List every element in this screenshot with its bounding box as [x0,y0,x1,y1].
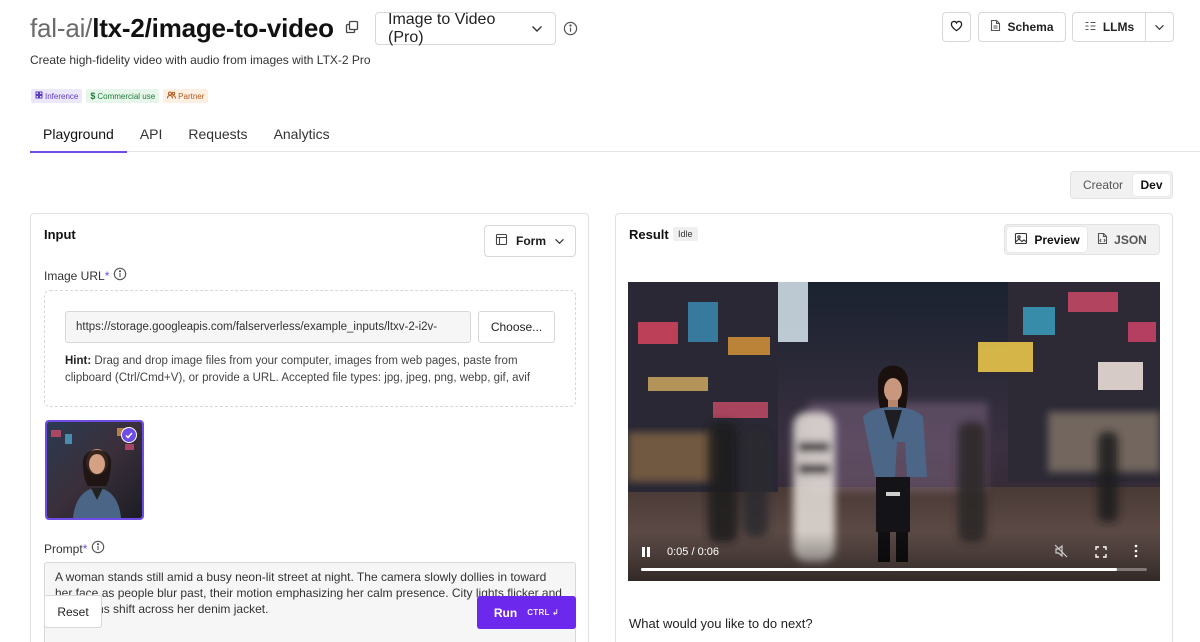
muted-icon[interactable] [1054,544,1068,563]
video-progress-bar[interactable] [641,568,1147,571]
llms-button[interactable]: LLMs [1072,12,1146,42]
model-name: ltx-2/image-to-video [92,13,334,43]
badge-commercial-use: $ Commercial use [86,89,160,103]
partner-icon [167,91,177,101]
llms-label: LLMs [1102,20,1135,34]
copy-icon[interactable] [345,20,361,36]
model-title: fal-ai/ltx-2/image-to-video [30,12,334,44]
json-file-icon [1097,232,1108,248]
info-icon[interactable] [113,267,127,284]
image-url-label: Image URL* [44,267,127,284]
info-icon[interactable] [563,21,578,36]
document-icon [990,19,1001,35]
model-description: Create high-fidelity video with audio fr… [30,53,371,67]
image-url-input[interactable]: https://storage.googleapis.com/falserver… [65,311,471,343]
mode-dev[interactable]: Dev [1133,174,1170,196]
tab-playground[interactable]: Playground [30,118,127,153]
variant-select-value: Image to Video (Pro) [388,10,496,46]
json-tab[interactable]: JSON [1087,227,1157,252]
required-mark: * [104,268,110,283]
tab-api[interactable]: API [127,118,176,152]
schema-button[interactable]: Schema [978,12,1066,42]
required-mark: * [82,541,88,556]
llms-menu-button[interactable] [1145,12,1174,42]
video-progress-fill [641,568,1117,571]
next-steps-heading: What would you like to do next? [629,616,813,631]
llms-icon [1084,20,1097,35]
json-label: JSON [1114,232,1147,247]
pause-icon[interactable] [640,545,652,563]
image-thumbnail[interactable] [45,420,144,520]
video-time: 0:05 / 0:06 [667,546,719,558]
hint-label: Hint: [65,355,92,367]
form-mode-label: Form [516,234,546,248]
form-mode-select[interactable]: Form [484,225,576,257]
image-url-label-text: Image URL [44,268,105,283]
run-label: Run [493,605,518,620]
result-view-toggle: Preview JSON [1004,224,1160,255]
fullscreen-icon[interactable] [1095,545,1107,563]
hint-text: Drag and drop image files from your comp… [65,355,531,384]
selected-check-icon [121,427,137,443]
result-panel: Result Idle Preview JSON 0:05 / 0:06 Wha… [615,213,1173,642]
tab-requests[interactable]: Requests [175,118,260,152]
run-shortcut: CTRL ↲ [527,608,560,617]
result-panel-title: Result [629,227,669,242]
run-button[interactable]: Run CTRL ↲ [477,596,576,629]
badge-inference: Inference [31,89,83,103]
org-name[interactable]: fal-ai [30,13,85,43]
input-panel-title: Input [44,227,76,242]
mode-toggle: Creator Dev [1070,171,1173,199]
mode-creator[interactable]: Creator [1073,174,1133,196]
form-icon [495,233,508,249]
main-tabs: Playground API Requests Analytics [30,118,1200,153]
info-icon[interactable] [91,540,105,557]
status-badge: Idle [673,227,698,241]
reset-button[interactable]: Reset [44,595,102,628]
chevron-down-icon [531,20,543,38]
inference-icon [35,91,43,101]
chevron-down-icon [1154,20,1165,34]
badge-label: Inference [45,91,79,101]
favorite-button[interactable] [942,12,971,42]
preview-label: Preview [1034,232,1080,247]
badge-partner: Partner [163,89,209,103]
badge-list: Inference $ Commercial use Partner [31,89,209,103]
prompt-label-text: Prompt [44,541,83,556]
image-dropzone[interactable]: https://storage.googleapis.com/falserver… [44,290,576,407]
schema-label: Schema [1007,20,1054,34]
choose-file-button[interactable]: Choose... [478,311,555,343]
heart-icon [950,20,963,35]
video-player[interactable]: 0:05 / 0:06 [628,282,1160,581]
tab-analytics[interactable]: Analytics [261,118,343,152]
dollar-icon: $ [90,91,96,101]
chevron-down-icon [554,234,565,248]
prompt-label: Prompt* [44,540,105,557]
variant-select[interactable]: Image to Video (Pro) [375,10,556,46]
upload-hint: Hint: Drag and drop image files from you… [65,353,555,387]
badge-label: Partner [178,91,205,101]
input-panel: Input Form Image URL* https://storage.go… [30,213,589,642]
image-icon [1014,232,1028,248]
video-controls: 0:05 / 0:06 [628,531,1160,581]
more-vertical-icon[interactable] [1134,544,1138,563]
badge-label: Commercial use [97,91,156,101]
preview-tab[interactable]: Preview [1007,227,1087,252]
